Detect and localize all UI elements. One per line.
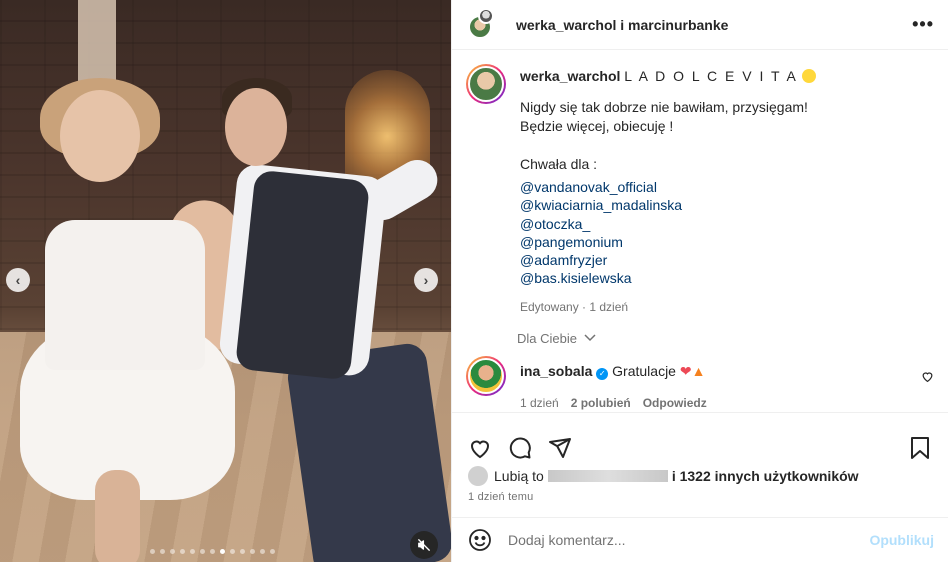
redacted-username [547,470,668,482]
mention-link[interactable]: @adamfryzjer [520,251,934,269]
mention-link[interactable]: @bas.kisielewska [520,269,934,287]
comment: ina_sobala ✓ Gratulacje ❤▲ 1 dzień 2 pol… [466,356,934,412]
carousel-dot [170,549,175,554]
carousel-dot [270,549,275,554]
carousel-dot [230,549,235,554]
heart-icon [470,440,490,458]
woman-head [60,90,140,182]
carousel-dot [210,549,215,554]
chevron-right-icon: › [423,272,429,288]
likes-prefix: Lubią to [494,468,544,484]
fire-emoji: ▲ [691,363,706,379]
carousel-dot [150,549,155,554]
carousel-prev-button[interactable]: ‹ [6,268,30,292]
verified-badge-icon: ✓ [596,368,609,380]
publish-button[interactable]: Opublikuj [869,532,934,548]
add-comment-bar: Opublikuj [452,517,948,562]
post-time[interactable]: 1 dzień temu [468,491,533,503]
bookmark-icon [911,436,929,459]
share-button[interactable] [546,434,574,462]
carousel-dot [240,549,245,554]
caption-username[interactable]: werka_warchol [520,68,620,84]
caption-line: Będzie więcej, obiecuję ! [520,118,674,134]
emoji-button[interactable] [466,526,494,554]
post-side-panel: werka_warchol i marcinurbanke ••• werka_… [451,0,948,562]
red-heart-emoji: ❤ [679,363,692,379]
mention-link[interactable]: @otoczka_ [520,215,934,233]
more-horizontal-icon[interactable]: ••• [912,14,934,35]
likes-summary[interactable]: Lubią to i 1322 innych użytkowników [468,466,859,486]
avatar [478,7,494,24]
comment-button[interactable] [506,434,534,462]
chevron-down-icon [584,334,596,342]
post-header: werka_warchol i marcinurbanke ••• [452,0,948,50]
comment-avatar[interactable] [466,356,506,396]
comments-area: werka_warchol L A D O L C E V I T A Nigd… [452,50,948,412]
caption-line [520,136,934,155]
lemon-emoji [801,69,816,83]
woman-dress [45,220,205,370]
carousel-dot [200,549,205,554]
speaker-muted-icon [418,539,430,551]
avatar [468,466,488,486]
woman-leg [95,470,140,562]
smiley-icon [469,529,491,551]
carousel-indicator [150,549,275,554]
carousel-dot [190,549,195,554]
chevron-left-icon: ‹ [15,272,21,288]
collab-avatars[interactable] [466,7,496,40]
caption-line: Chwała dla : [520,156,598,172]
man-head [225,88,287,166]
post-authors[interactable]: werka_warchol i marcinurbanke [516,17,728,33]
carousel-next-button[interactable]: › [414,268,438,292]
caption-edited-time: Edytowany · 1 dzień [520,299,629,314]
caption-headline: L A D O L C E V I T A [624,68,798,84]
comment-input[interactable] [508,532,870,548]
paper-plane-icon [549,437,571,458]
mute-button[interactable] [410,531,438,559]
post-media[interactable]: ‹ › [0,0,451,562]
avatar [468,358,504,394]
comment-text: Gratulacje [612,363,676,379]
save-button[interactable] [906,434,934,462]
like-button[interactable] [466,434,494,462]
post-caption: werka_warchol L A D O L C E V I T A Nigd… [452,50,948,314]
mention-link[interactable]: @pangemonium [520,233,934,251]
carousel-dot [180,549,185,554]
likes-count[interactable]: i 1322 innych użytkowników [672,468,859,484]
comment-username[interactable]: ina_sobala [520,363,592,379]
comment-like-heart-icon[interactable] [921,370,934,383]
man-vest [234,169,371,381]
caption-line: Nigdy się tak dobrze nie bawiłam, przysi… [520,99,808,115]
caption-text: Nigdy się tak dobrze nie bawiłam, przysi… [520,98,934,174]
comment-likes[interactable]: 2 polubień [571,394,631,412]
carousel-dot [220,549,225,554]
carousel-dot [250,549,255,554]
avatar [468,66,504,102]
post-actions [452,412,948,468]
carousel-dot [260,549,265,554]
caption-avatar[interactable] [466,64,506,104]
mention-link[interactable]: @vandanovak_official [520,178,934,196]
comment-bubble-icon [509,437,531,459]
comment-time[interactable]: 1 dzień [520,394,559,412]
for-you-label: Dla Ciebie [517,331,577,346]
reply-button[interactable]: Odpowiedz [643,394,707,412]
caption-mentions: @vandanovak_official @kwiaciarnia_madali… [520,178,934,288]
carousel-dot [160,549,165,554]
mention-link[interactable]: @kwiaciarnia_madalinska [520,196,934,214]
for-you-toggle[interactable]: Dla Ciebie [517,331,596,346]
